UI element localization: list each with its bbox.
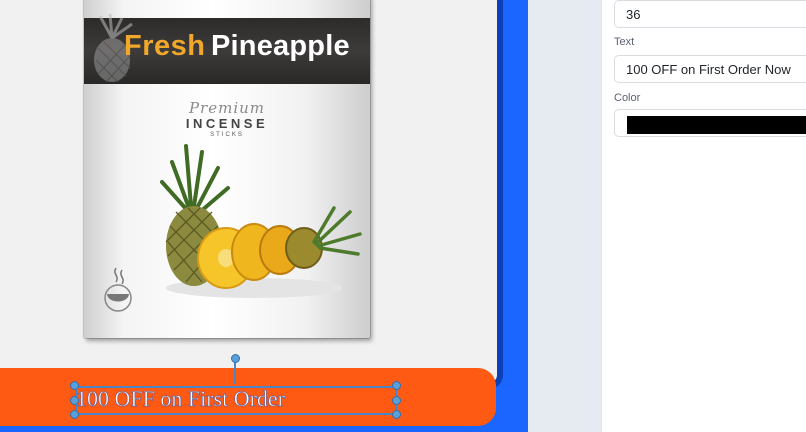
rotate-handle[interactable] (231, 354, 240, 363)
canvas-area[interactable]: Fresh Pineapple Premium INCENSE STICKS 1… (0, 0, 528, 432)
resize-handle-bottom-right[interactable] (392, 410, 401, 419)
resize-handle-bottom-left[interactable] (70, 410, 79, 419)
text-field-label: Text (614, 36, 635, 48)
resize-handle-middle-right[interactable] (392, 396, 401, 405)
color-field-label: Color (614, 92, 641, 104)
brand-word-pineapple: Pineapple (211, 30, 350, 62)
text-input-field[interactable]: 100 OFF on First Order Now (614, 55, 806, 83)
color-swatch[interactable] (627, 116, 806, 134)
resize-handle-top-left[interactable] (70, 381, 79, 390)
text-input-value: 100 OFF on First Order Now (626, 62, 791, 77)
color-picker-field[interactable] (614, 109, 806, 137)
product-sublabel: STICKS (210, 132, 244, 138)
font-size-value: 36 (626, 7, 641, 22)
brand-word-fresh: Fresh (124, 30, 206, 62)
product-label: INCENSE (185, 116, 269, 131)
selection-box[interactable] (75, 386, 397, 415)
resize-handle-top-right[interactable] (392, 381, 401, 390)
properties-panel: 36 Text 100 OFF on First Order Now Color (601, 0, 806, 432)
rotate-handle-line (234, 360, 236, 384)
bowl-steam-icon (104, 267, 132, 312)
resize-handle-middle-left[interactable] (70, 396, 79, 405)
font-size-field[interactable]: 36 (614, 0, 806, 28)
product-package-image[interactable]: Fresh Pineapple Premium INCENSE STICKS (84, 0, 370, 338)
premium-label: Premium (188, 99, 266, 117)
pineapple-illustration (160, 144, 362, 298)
